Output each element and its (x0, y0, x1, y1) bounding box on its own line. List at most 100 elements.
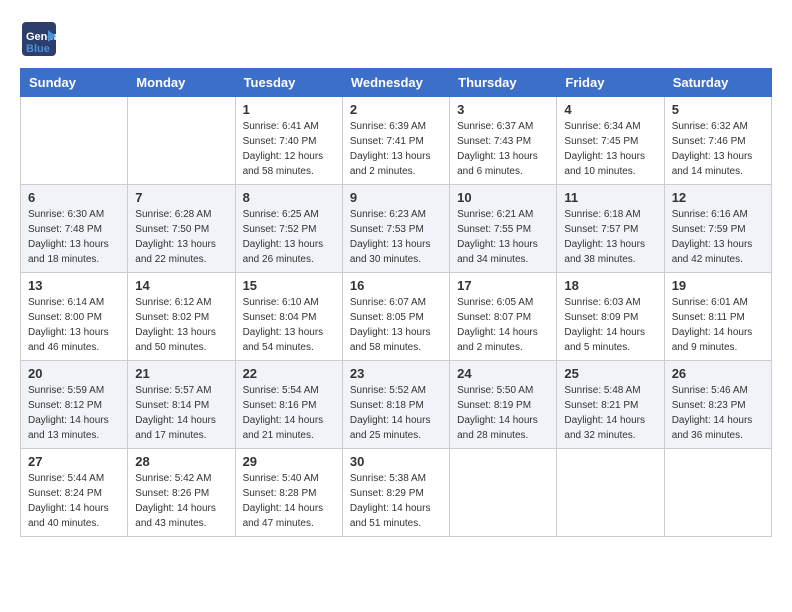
day-number: 27 (28, 454, 120, 469)
day-number: 22 (243, 366, 335, 381)
calendar-cell: 10 Sunrise: 6:21 AM Sunset: 7:55 PM Dayli… (450, 185, 557, 273)
day-info: Sunrise: 6:18 AM Sunset: 7:57 PM Dayligh… (564, 207, 656, 267)
day-number: 15 (243, 278, 335, 293)
day-info: Sunrise: 5:50 AM Sunset: 8:19 PM Dayligh… (457, 383, 549, 443)
calendar-cell: 2Sunrise: 6:39 AM Sunset: 7:41 PM Daylig… (342, 97, 449, 185)
day-info: Sunrise: 6:01 AM Sunset: 8:11 PM Dayligh… (672, 295, 764, 355)
calendar-cell (128, 97, 235, 185)
day-info: Sunrise: 6:03 AM Sunset: 8:09 PM Dayligh… (564, 295, 656, 355)
calendar-cell: 3 Sunrise: 6:37 AM Sunset: 7:43 PM Daylig… (450, 97, 557, 185)
calendar-cell: 9 Sunrise: 6:23 AM Sunset: 7:53 PM Daylig… (342, 185, 449, 273)
day-number: 13 (28, 278, 120, 293)
calendar-cell: 14 Sunrise: 6:12 AM Sunset: 8:02 PM Dayli… (128, 273, 235, 361)
weekday-header: Saturday (664, 69, 771, 97)
weekday-header: Sunday (21, 69, 128, 97)
day-number: 24 (457, 366, 549, 381)
day-number: 2 (350, 102, 442, 117)
calendar-cell: 11 Sunrise: 6:18 AM Sunset: 7:57 PM Dayli… (557, 185, 664, 273)
day-info: Sunrise: 5:42 AM Sunset: 8:26 PM Dayligh… (135, 471, 227, 531)
calendar-cell: 5 Sunrise: 6:32 AM Sunset: 7:46 PM Daylig… (664, 97, 771, 185)
day-info: Sunrise: 5:38 AM Sunset: 8:29 PM Dayligh… (350, 471, 442, 531)
day-number: 6 (28, 190, 120, 205)
day-info: Sunrise: 5:40 AM Sunset: 8:28 PM Dayligh… (243, 471, 335, 531)
day-info: Sunrise: 5:59 AM Sunset: 8:12 PM Dayligh… (28, 383, 120, 443)
calendar-cell: 19 Sunrise: 6:01 AM Sunset: 8:11 PM Dayli… (664, 273, 771, 361)
calendar-cell: 7Sunrise: 6:28 AM Sunset: 7:50 PM Daylig… (128, 185, 235, 273)
day-number: 3 (457, 102, 549, 117)
day-info: Sunrise: 5:46 AM Sunset: 8:23 PM Dayligh… (672, 383, 764, 443)
calendar-cell: 23 Sunrise: 5:52 AM Sunset: 8:18 PM Dayli… (342, 361, 449, 449)
calendar-cell (450, 449, 557, 537)
calendar-cell: 22 Sunrise: 5:54 AM Sunset: 8:16 PM Dayli… (235, 361, 342, 449)
calendar-cell: 25 Sunrise: 5:48 AM Sunset: 8:21 PM Dayli… (557, 361, 664, 449)
day-number: 21 (135, 366, 227, 381)
day-number: 10 (457, 190, 549, 205)
day-number: 26 (672, 366, 764, 381)
day-info: Sunrise: 6:16 AM Sunset: 7:59 PM Dayligh… (672, 207, 764, 267)
day-number: 23 (350, 366, 442, 381)
weekday-header: Thursday (450, 69, 557, 97)
day-info: Sunrise: 6:34 AM Sunset: 7:45 PM Dayligh… (564, 119, 656, 179)
day-info: Sunrise: 6:23 AM Sunset: 7:53 PM Dayligh… (350, 207, 442, 267)
day-number: 19 (672, 278, 764, 293)
day-info: Sunrise: 6:21 AM Sunset: 7:55 PM Dayligh… (457, 207, 549, 267)
day-info: Sunrise: 6:30 AM Sunset: 7:48 PM Dayligh… (28, 207, 120, 267)
day-number: 20 (28, 366, 120, 381)
calendar-cell (21, 97, 128, 185)
calendar-cell: 18 Sunrise: 6:03 AM Sunset: 8:09 PM Dayli… (557, 273, 664, 361)
day-number: 30 (350, 454, 442, 469)
day-info: Sunrise: 5:54 AM Sunset: 8:16 PM Dayligh… (243, 383, 335, 443)
day-info: Sunrise: 6:14 AM Sunset: 8:00 PM Dayligh… (28, 295, 120, 355)
day-number: 5 (672, 102, 764, 117)
calendar-cell: 21 Sunrise: 5:57 AM Sunset: 8:14 PM Dayli… (128, 361, 235, 449)
day-info: Sunrise: 5:48 AM Sunset: 8:21 PM Dayligh… (564, 383, 656, 443)
day-number: 14 (135, 278, 227, 293)
calendar-table: SundayMondayTuesdayWednesdayThursdayFrid… (20, 68, 772, 537)
calendar-cell: 4 Sunrise: 6:34 AM Sunset: 7:45 PM Daylig… (557, 97, 664, 185)
day-info: Sunrise: 6:32 AM Sunset: 7:46 PM Dayligh… (672, 119, 764, 179)
calendar-cell: 12 Sunrise: 6:16 AM Sunset: 7:59 PM Dayli… (664, 185, 771, 273)
day-number: 17 (457, 278, 549, 293)
calendar-cell: 16 Sunrise: 6:07 AM Sunset: 8:05 PM Dayli… (342, 273, 449, 361)
calendar-cell: 26 Sunrise: 5:46 AM Sunset: 8:23 PM Dayli… (664, 361, 771, 449)
day-number: 11 (564, 190, 656, 205)
calendar-cell: 27 Sunrise: 5:44 AM Sunset: 8:24 PM Dayli… (21, 449, 128, 537)
calendar-cell: 28 Sunrise: 5:42 AM Sunset: 8:26 PM Dayli… (128, 449, 235, 537)
day-number: 25 (564, 366, 656, 381)
calendar-cell: 13 Sunrise: 6:14 AM Sunset: 8:00 PM Dayli… (21, 273, 128, 361)
calendar-cell (557, 449, 664, 537)
header: General Blue (20, 20, 772, 58)
weekday-header: Friday (557, 69, 664, 97)
day-number: 9 (350, 190, 442, 205)
day-number: 16 (350, 278, 442, 293)
day-number: 28 (135, 454, 227, 469)
calendar-cell: 24 Sunrise: 5:50 AM Sunset: 8:19 PM Dayli… (450, 361, 557, 449)
day-info: Sunrise: 6:41 AM Sunset: 7:40 PM Dayligh… (243, 119, 335, 179)
day-info: Sunrise: 5:57 AM Sunset: 8:14 PM Dayligh… (135, 383, 227, 443)
day-number: 12 (672, 190, 764, 205)
day-info: Sunrise: 6:25 AM Sunset: 7:52 PM Dayligh… (243, 207, 335, 267)
day-info: Sunrise: 6:07 AM Sunset: 8:05 PM Dayligh… (350, 295, 442, 355)
calendar-cell: 15 Sunrise: 6:10 AM Sunset: 8:04 PM Dayli… (235, 273, 342, 361)
day-number: 18 (564, 278, 656, 293)
weekday-header: Wednesday (342, 69, 449, 97)
weekday-header: Monday (128, 69, 235, 97)
calendar-cell: 6 Sunrise: 6:30 AM Sunset: 7:48 PM Daylig… (21, 185, 128, 273)
calendar-cell: 30 Sunrise: 5:38 AM Sunset: 8:29 PM Dayli… (342, 449, 449, 537)
calendar-cell: 20 Sunrise: 5:59 AM Sunset: 8:12 PM Dayli… (21, 361, 128, 449)
calendar-cell: 17Sunrise: 6:05 AM Sunset: 8:07 PM Dayli… (450, 273, 557, 361)
calendar-cell (664, 449, 771, 537)
weekday-header: Tuesday (235, 69, 342, 97)
day-number: 7 (135, 190, 227, 205)
day-number: 4 (564, 102, 656, 117)
day-info: Sunrise: 6:10 AM Sunset: 8:04 PM Dayligh… (243, 295, 335, 355)
calendar-cell: 29 Sunrise: 5:40 AM Sunset: 8:28 PM Dayli… (235, 449, 342, 537)
calendar-cell: 1Sunrise: 6:41 AM Sunset: 7:40 PM Daylig… (235, 97, 342, 185)
day-info: Sunrise: 6:37 AM Sunset: 7:43 PM Dayligh… (457, 119, 549, 179)
day-info: Sunrise: 5:44 AM Sunset: 8:24 PM Dayligh… (28, 471, 120, 531)
day-number: 8 (243, 190, 335, 205)
day-number: 29 (243, 454, 335, 469)
day-info: Sunrise: 6:12 AM Sunset: 8:02 PM Dayligh… (135, 295, 227, 355)
logo-icon: General Blue (20, 20, 58, 58)
day-info: Sunrise: 5:52 AM Sunset: 8:18 PM Dayligh… (350, 383, 442, 443)
